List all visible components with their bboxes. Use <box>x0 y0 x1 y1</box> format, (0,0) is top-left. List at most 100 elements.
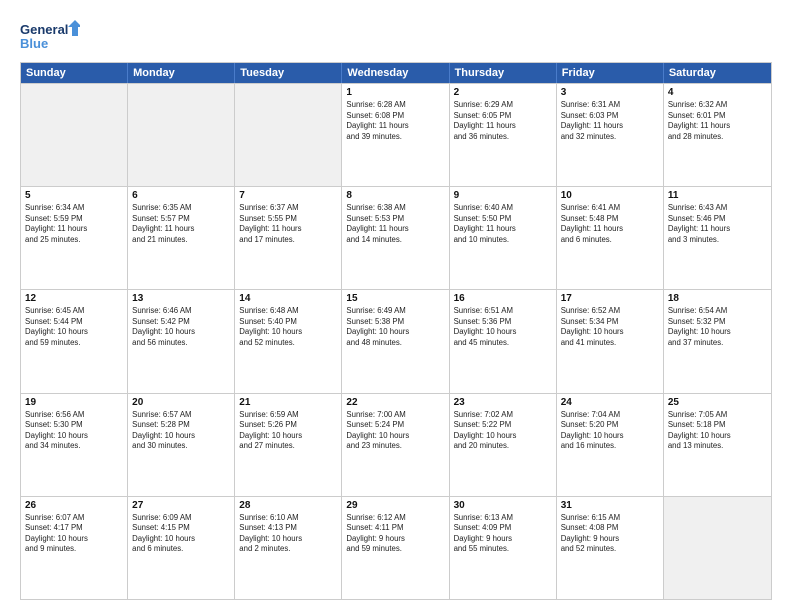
calendar-cell: 10Sunrise: 6:41 AM Sunset: 5:48 PM Dayli… <box>557 187 664 289</box>
cell-info: Sunrise: 6:10 AM Sunset: 4:13 PM Dayligh… <box>239 513 337 555</box>
day-number: 9 <box>454 190 552 201</box>
day-header-monday: Monday <box>128 63 235 83</box>
calendar-cell: 18Sunrise: 6:54 AM Sunset: 5:32 PM Dayli… <box>664 290 771 392</box>
cell-info: Sunrise: 7:05 AM Sunset: 5:18 PM Dayligh… <box>668 410 767 452</box>
cell-info: Sunrise: 6:48 AM Sunset: 5:40 PM Dayligh… <box>239 306 337 348</box>
calendar-cell: 2Sunrise: 6:29 AM Sunset: 6:05 PM Daylig… <box>450 84 557 186</box>
calendar-cell: 7 Sunrise: 6:37 AM Sunset: 5:55 PM Daylig… <box>235 187 342 289</box>
cell-info: Sunrise: 6:35 AM Sunset: 5:57 PM Dayligh… <box>132 203 230 245</box>
calendar-row-3: 12Sunrise: 6:45 AM Sunset: 5:44 PM Dayli… <box>21 289 771 392</box>
day-header-thursday: Thursday <box>450 63 557 83</box>
header: General Blue <box>20 18 772 54</box>
cell-info: Sunrise: 6:15 AM Sunset: 4:08 PM Dayligh… <box>561 513 659 555</box>
day-number: 8 <box>346 190 444 201</box>
calendar-cell: 13 Sunrise: 6:46 AM Sunset: 5:42 PM Dayli… <box>128 290 235 392</box>
calendar-cell: 3 Sunrise: 6:31 AM Sunset: 6:03 PM Daylig… <box>557 84 664 186</box>
calendar-cell: 27Sunrise: 6:09 AM Sunset: 4:15 PM Dayli… <box>128 497 235 599</box>
cell-info: Sunrise: 6:13 AM Sunset: 4:09 PM Dayligh… <box>454 513 552 555</box>
day-header-wednesday: Wednesday <box>342 63 449 83</box>
page: General Blue SundayMondayTuesdayWednesda… <box>0 0 792 612</box>
logo-svg: General Blue <box>20 18 80 54</box>
day-number: 5 <box>25 190 123 201</box>
cell-info: Sunrise: 6:43 AM Sunset: 5:46 PM Dayligh… <box>668 203 767 245</box>
cell-info: Sunrise: 7:02 AM Sunset: 5:22 PM Dayligh… <box>454 410 552 452</box>
calendar-cell <box>21 84 128 186</box>
cell-info: Sunrise: 6:40 AM Sunset: 5:50 PM Dayligh… <box>454 203 552 245</box>
day-header-tuesday: Tuesday <box>235 63 342 83</box>
calendar-header: SundayMondayTuesdayWednesdayThursdayFrid… <box>21 63 771 83</box>
calendar-cell: 16 Sunrise: 6:51 AM Sunset: 5:36 PM Dayli… <box>450 290 557 392</box>
cell-info: Sunrise: 6:07 AM Sunset: 4:17 PM Dayligh… <box>25 513 123 555</box>
day-number: 23 <box>454 397 552 408</box>
day-number: 15 <box>346 293 444 304</box>
day-number: 10 <box>561 190 659 201</box>
day-number: 13 <box>132 293 230 304</box>
calendar-cell: 22 Sunrise: 7:00 AM Sunset: 5:24 PM Dayli… <box>342 394 449 496</box>
cell-info: Sunrise: 7:00 AM Sunset: 5:24 PM Dayligh… <box>346 410 444 452</box>
cell-info: Sunrise: 6:31 AM Sunset: 6:03 PM Dayligh… <box>561 100 659 142</box>
day-number: 4 <box>668 87 767 98</box>
day-header-friday: Friday <box>557 63 664 83</box>
cell-info: Sunrise: 6:12 AM Sunset: 4:11 PM Dayligh… <box>346 513 444 555</box>
calendar-cell: 29 Sunrise: 6:12 AM Sunset: 4:11 PM Dayli… <box>342 497 449 599</box>
cell-info: Sunrise: 6:09 AM Sunset: 4:15 PM Dayligh… <box>132 513 230 555</box>
cell-info: Sunrise: 6:56 AM Sunset: 5:30 PM Dayligh… <box>25 410 123 452</box>
calendar-cell: 8 Sunrise: 6:38 AM Sunset: 5:53 PM Daylig… <box>342 187 449 289</box>
cell-info: Sunrise: 6:46 AM Sunset: 5:42 PM Dayligh… <box>132 306 230 348</box>
logo: General Blue <box>20 18 80 54</box>
day-number: 24 <box>561 397 659 408</box>
day-header-sunday: Sunday <box>21 63 128 83</box>
calendar-row-4: 19Sunrise: 6:56 AM Sunset: 5:30 PM Dayli… <box>21 393 771 496</box>
calendar-cell: 17 Sunrise: 6:52 AM Sunset: 5:34 PM Dayli… <box>557 290 664 392</box>
day-number: 7 <box>239 190 337 201</box>
day-number: 29 <box>346 500 444 511</box>
calendar-cell: 24 Sunrise: 7:04 AM Sunset: 5:20 PM Dayli… <box>557 394 664 496</box>
cell-info: Sunrise: 6:34 AM Sunset: 5:59 PM Dayligh… <box>25 203 123 245</box>
cell-info: Sunrise: 6:37 AM Sunset: 5:55 PM Dayligh… <box>239 203 337 245</box>
cell-info: Sunrise: 6:52 AM Sunset: 5:34 PM Dayligh… <box>561 306 659 348</box>
calendar-row-1: 1 Sunrise: 6:28 AM Sunset: 6:08 PM Daylig… <box>21 83 771 186</box>
cell-info: Sunrise: 7:04 AM Sunset: 5:20 PM Dayligh… <box>561 410 659 452</box>
calendar-cell: 9 Sunrise: 6:40 AM Sunset: 5:50 PM Daylig… <box>450 187 557 289</box>
calendar-cell: 19Sunrise: 6:56 AM Sunset: 5:30 PM Dayli… <box>21 394 128 496</box>
calendar-cell: 21Sunrise: 6:59 AM Sunset: 5:26 PM Dayli… <box>235 394 342 496</box>
calendar-cell <box>235 84 342 186</box>
calendar-cell: 28 Sunrise: 6:10 AM Sunset: 4:13 PM Dayli… <box>235 497 342 599</box>
cell-info: Sunrise: 6:29 AM Sunset: 6:05 PM Dayligh… <box>454 100 552 142</box>
cell-info: Sunrise: 6:38 AM Sunset: 5:53 PM Dayligh… <box>346 203 444 245</box>
calendar-row-5: 26 Sunrise: 6:07 AM Sunset: 4:17 PM Dayli… <box>21 496 771 599</box>
calendar-cell: 11Sunrise: 6:43 AM Sunset: 5:46 PM Dayli… <box>664 187 771 289</box>
cell-info: Sunrise: 6:32 AM Sunset: 6:01 PM Dayligh… <box>668 100 767 142</box>
svg-text:Blue: Blue <box>20 36 48 51</box>
svg-text:General: General <box>20 22 68 37</box>
calendar: SundayMondayTuesdayWednesdayThursdayFrid… <box>20 62 772 600</box>
calendar-cell: 23 Sunrise: 7:02 AM Sunset: 5:22 PM Dayli… <box>450 394 557 496</box>
calendar-cell: 31Sunrise: 6:15 AM Sunset: 4:08 PM Dayli… <box>557 497 664 599</box>
cell-info: Sunrise: 6:28 AM Sunset: 6:08 PM Dayligh… <box>346 100 444 142</box>
day-number: 20 <box>132 397 230 408</box>
calendar-cell <box>128 84 235 186</box>
day-number: 18 <box>668 293 767 304</box>
day-number: 3 <box>561 87 659 98</box>
calendar-cell: 5 Sunrise: 6:34 AM Sunset: 5:59 PM Daylig… <box>21 187 128 289</box>
cell-info: Sunrise: 6:49 AM Sunset: 5:38 PM Dayligh… <box>346 306 444 348</box>
calendar-cell: 1 Sunrise: 6:28 AM Sunset: 6:08 PM Daylig… <box>342 84 449 186</box>
day-number: 22 <box>346 397 444 408</box>
calendar-cell: 15 Sunrise: 6:49 AM Sunset: 5:38 PM Dayli… <box>342 290 449 392</box>
calendar-cell: 20 Sunrise: 6:57 AM Sunset: 5:28 PM Dayli… <box>128 394 235 496</box>
calendar-cell: 26 Sunrise: 6:07 AM Sunset: 4:17 PM Dayli… <box>21 497 128 599</box>
calendar-cell: 4 Sunrise: 6:32 AM Sunset: 6:01 PM Daylig… <box>664 84 771 186</box>
day-number: 26 <box>25 500 123 511</box>
day-number: 1 <box>346 87 444 98</box>
calendar-row-2: 5 Sunrise: 6:34 AM Sunset: 5:59 PM Daylig… <box>21 186 771 289</box>
calendar-cell: 30Sunrise: 6:13 AM Sunset: 4:09 PM Dayli… <box>450 497 557 599</box>
day-number: 28 <box>239 500 337 511</box>
cell-info: Sunrise: 6:57 AM Sunset: 5:28 PM Dayligh… <box>132 410 230 452</box>
day-number: 17 <box>561 293 659 304</box>
calendar-cell: 6 Sunrise: 6:35 AM Sunset: 5:57 PM Daylig… <box>128 187 235 289</box>
day-number: 14 <box>239 293 337 304</box>
day-number: 16 <box>454 293 552 304</box>
calendar-cell: 12Sunrise: 6:45 AM Sunset: 5:44 PM Dayli… <box>21 290 128 392</box>
day-number: 6 <box>132 190 230 201</box>
cell-info: Sunrise: 6:51 AM Sunset: 5:36 PM Dayligh… <box>454 306 552 348</box>
